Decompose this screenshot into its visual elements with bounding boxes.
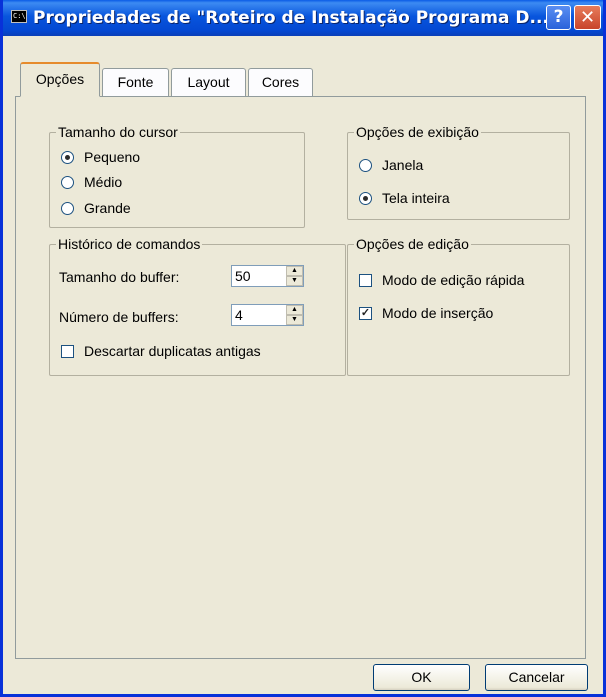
ok-button[interactable]: OK	[373, 664, 470, 691]
buffer-size-spin-buttons[interactable]: ▲ ▼	[286, 266, 303, 286]
radio-pequeno-label[interactable]: Pequeno	[84, 148, 140, 166]
window-title: Propriedades de "Roteiro de Instalação P…	[33, 8, 549, 28]
checkmark-icon: ✓	[360, 307, 371, 319]
tab-fonte[interactable]: Fonte	[102, 68, 169, 96]
buffer-size-spinner[interactable]: 50 ▲ ▼	[231, 265, 304, 287]
tab-layout[interactable]: Layout	[171, 68, 246, 96]
buffer-size-value[interactable]: 50	[235, 267, 251, 285]
radio-tela-inteira[interactable]	[359, 192, 372, 205]
buffer-count-label: Número de buffers:	[59, 309, 179, 325]
console-icon[interactable]: C:\	[11, 10, 27, 23]
radio-janela[interactable]	[359, 159, 372, 172]
tab-opcoes[interactable]: Opções	[20, 62, 100, 97]
radio-medio-label[interactable]: Médio	[84, 173, 122, 191]
buffer-size-label: Tamanho do buffer:	[59, 269, 180, 285]
display-options-group: Opções de exibição	[347, 123, 570, 220]
options-panel: Tamanho do cursor Pequeno Médio Grande H…	[15, 96, 586, 659]
cursor-size-legend: Tamanho do cursor	[56, 123, 180, 141]
cancel-button[interactable]: Cancelar	[485, 664, 588, 691]
tab-cores[interactable]: Cores	[248, 68, 313, 96]
buffer-count-spinner[interactable]: 4 ▲ ▼	[231, 304, 304, 326]
display-options-legend: Opções de exibição	[354, 123, 481, 141]
radio-pequeno[interactable]	[61, 151, 74, 164]
insert-mode-label[interactable]: Modo de inserção	[382, 304, 493, 322]
help-button[interactable]: ?	[546, 5, 571, 30]
insert-mode-checkbox[interactable]: ✓	[359, 307, 372, 320]
discard-duplicates-label[interactable]: Descartar duplicatas antigas	[84, 342, 261, 360]
discard-duplicates-checkbox[interactable]	[61, 345, 74, 358]
radio-tela-inteira-label[interactable]: Tela inteira	[382, 189, 450, 207]
command-history-legend: Histórico de comandos	[56, 235, 203, 253]
radio-janela-label[interactable]: Janela	[382, 156, 423, 174]
spin-down-icon[interactable]: ▼	[286, 276, 303, 286]
radio-medio[interactable]	[61, 176, 74, 189]
title-bar[interactable]: C:\ Propriedades de "Roteiro de Instalaç…	[3, 0, 603, 36]
edit-options-legend: Opções de edição	[354, 235, 471, 253]
spin-up-icon[interactable]: ▲	[286, 305, 303, 315]
buffer-count-spin-buttons[interactable]: ▲ ▼	[286, 305, 303, 325]
spin-up-icon[interactable]: ▲	[286, 266, 303, 276]
buffer-count-value[interactable]: 4	[235, 306, 243, 324]
quick-edit-checkbox[interactable]	[359, 274, 372, 287]
radio-grande-label[interactable]: Grande	[84, 199, 131, 217]
close-button[interactable]: ✕	[574, 5, 601, 30]
spin-down-icon[interactable]: ▼	[286, 315, 303, 325]
radio-grande[interactable]	[61, 202, 74, 215]
quick-edit-label[interactable]: Modo de edição rápida	[382, 271, 524, 289]
